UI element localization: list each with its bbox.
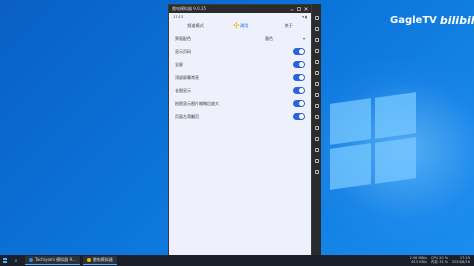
toggle-switch[interactable]: [293, 87, 305, 94]
toggle-switch[interactable]: [293, 61, 305, 68]
close-icon[interactable]: [304, 7, 308, 11]
app-icon: [86, 258, 91, 262]
screenshot-icon[interactable]: [314, 38, 319, 42]
setting-value: 墨色: [264, 35, 273, 41]
setting-label: 全屏: [175, 61, 183, 67]
emulator-titlebar: 雷电模拟器 9.0.35: [169, 5, 311, 13]
bilibili-logo: bilibili: [439, 14, 474, 27]
multi-instance-icon[interactable]: [314, 126, 319, 130]
tab-about[interactable]: 关于: [285, 23, 293, 29]
clock[interactable]: 17:15 2023/8/16: [452, 256, 470, 264]
memory-usage: 内存 35 %: [431, 259, 449, 264]
windows-start-icon: [2, 258, 8, 263]
settings-icon[interactable]: [314, 16, 319, 20]
keyboard-icon[interactable]: [314, 27, 319, 31]
install-apk-icon[interactable]: [314, 115, 319, 119]
status-time: 17:13: [173, 14, 184, 19]
setting-label: 拍照显示图片缩略后放大: [175, 100, 219, 106]
rotate-icon[interactable]: [314, 82, 319, 86]
tab-reading-mode[interactable]: 频道模式: [187, 23, 204, 29]
taskbar-app-label: Tachiyomi 模拟器 9...: [35, 257, 76, 262]
setting-fullscreen: 全屏: [175, 58, 305, 71]
setting-show-page-number: 显示页码: [175, 45, 305, 58]
settings-tabs: 频道模式 通用 关于: [169, 20, 311, 32]
volume-up-icon[interactable]: [314, 49, 319, 53]
settings-list: 界面配色 墨色 ▾ 显示页码 全屏 顶部屏幕常亮 长图显示 拍照显示图片缩略后放…: [169, 32, 311, 123]
minimize-icon[interactable]: [290, 7, 294, 11]
emulator-title: 雷电模拟器 9.0.35: [172, 6, 206, 11]
maximize-icon[interactable]: [297, 7, 301, 11]
clock-date: 2023/8/16: [452, 259, 470, 264]
search-icon[interactable]: ⌕: [10, 255, 22, 266]
record-icon[interactable]: [314, 93, 319, 97]
setting-label: 页面左滑翻页: [175, 113, 199, 119]
system-tray: 2.56 MB/s 613 KB/s CPU 20 % 内存 35 % 17:1…: [410, 256, 474, 264]
home-icon[interactable]: [314, 170, 319, 174]
setting-theme[interactable]: 界面配色 墨色 ▾: [175, 32, 305, 45]
app-icon: [29, 258, 33, 262]
taskbar: ⌕ Tachiyomi 模拟器 9... 雷电模拟器 2.56 MB/s 613…: [0, 255, 474, 266]
setting-label: 界面配色: [175, 35, 191, 41]
taskbar-app-ldplayer[interactable]: 雷电模拟器: [82, 256, 117, 265]
back-icon[interactable]: [314, 159, 319, 163]
toggle-switch[interactable]: [293, 48, 305, 55]
folder-icon[interactable]: [314, 104, 319, 108]
chevron-down-icon[interactable]: ▾: [303, 36, 305, 41]
sync-icon[interactable]: [314, 137, 319, 141]
android-status-bar: 17:13 ▾ ▮: [169, 13, 311, 20]
windows-logo: [330, 92, 420, 190]
brand-name: GagleTV: [390, 15, 437, 26]
volume-down-icon[interactable]: [314, 60, 319, 64]
toggle-switch[interactable]: [293, 100, 305, 107]
setting-label: 顶部屏幕常亮: [175, 74, 199, 80]
net-down: 613 KB/s: [411, 259, 427, 264]
status-indicators: ▾ ▮: [302, 14, 307, 19]
emulator-window: 雷电模拟器 9.0.35 17:13 ▾ ▮ 频道模式 通用 关于 界面配色 墨…: [168, 4, 312, 258]
taskbar-app-label: 雷电模拟器: [92, 257, 113, 262]
fullscreen-icon[interactable]: [314, 71, 319, 75]
more-icon[interactable]: [314, 148, 319, 152]
emulator-toolbar: [312, 4, 321, 258]
taskbar-app-tachiyomi[interactable]: Tachiyomi 模拟器 9...: [25, 256, 80, 265]
setting-thumbnail-zoom: 拍照显示图片缩略后放大: [175, 97, 305, 110]
setting-label: 显示页码: [175, 48, 191, 54]
mouse-cursor-icon: ✢: [233, 21, 240, 30]
resource-usage: CPU 20 % 内存 35 %: [431, 256, 449, 264]
start-button[interactable]: [0, 255, 10, 266]
setting-keep-screen-on: 顶部屏幕常亮: [175, 71, 305, 84]
setting-label: 长图显示: [175, 87, 191, 93]
setting-swipe-page: 页面左滑翻页: [175, 110, 305, 123]
brand-watermark: GagleTV bilibili: [390, 14, 474, 27]
toggle-switch[interactable]: [293, 74, 305, 81]
network-speed: 2.56 MB/s 613 KB/s: [410, 256, 427, 264]
tab-general[interactable]: 通用: [240, 23, 248, 29]
toggle-switch[interactable]: [293, 113, 305, 120]
setting-long-image: 长图显示: [175, 84, 305, 97]
